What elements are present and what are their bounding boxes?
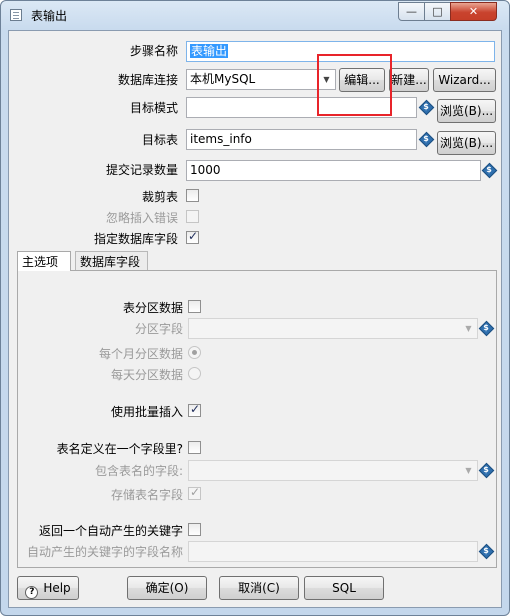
dialog-content: 步骤名称 表输出 数据库连接 本机MySQL ▼ 编辑... 新建... Wiz… — [8, 30, 502, 608]
step-name-label: 步骤名称 — [129, 44, 178, 58]
store-name-label: 存储表名字段 — [110, 488, 183, 502]
partition-checkbox[interactable] — [188, 300, 201, 313]
new-connection-button[interactable]: 新建... — [389, 68, 429, 92]
target-table-label: 目标表 — [141, 133, 178, 147]
tab-container: 主选项 数据库字段 表分区数据 分区字段 ▼ 每个月分区数据 每天分区数据 使用… — [17, 251, 497, 568]
variable-icon — [480, 544, 492, 557]
batch-insert-label: 使用批量插入 — [110, 405, 183, 419]
target-schema-label: 目标模式 — [129, 101, 178, 115]
chevron-down-icon: ▼ — [465, 466, 472, 475]
tab-main-options[interactable]: 主选项 — [17, 251, 71, 271]
commit-size-label: 提交记录数量 — [105, 163, 178, 177]
batch-insert-checkbox[interactable] — [188, 402, 201, 417]
name-field-label: 包含表名的字段: — [94, 464, 183, 478]
key-field-label: 自动产生的关键字的字段名称 — [26, 545, 183, 559]
partition-field-label: 分区字段 — [134, 322, 183, 336]
name-field-select[interactable]: ▼ — [188, 460, 478, 481]
key-field-input[interactable] — [188, 541, 478, 562]
target-table-input[interactable]: items_info — [186, 129, 417, 150]
main-options-panel: 表分区数据 分区字段 ▼ 每个月分区数据 每天分区数据 使用批量插入 表名定义在… — [17, 270, 497, 568]
variable-icon — [420, 100, 432, 113]
db-connection-label: 数据库连接 — [117, 73, 178, 87]
dialog-window: 表输出 — □ ✕ 步骤名称 表输出 数据库连接 本机MySQL ▼ 编辑...… — [0, 0, 510, 616]
name-in-field-label: 表名定义在一个字段里? — [56, 442, 183, 456]
variable-icon — [480, 463, 492, 476]
window-title: 表输出 — [31, 9, 68, 23]
partition-label: 表分区数据 — [122, 301, 183, 315]
wizard-button[interactable]: Wizard... — [433, 68, 496, 92]
specify-fields-checkbox[interactable] — [186, 229, 199, 244]
browse-table-button[interactable]: 浏览(B)... — [437, 131, 496, 155]
title-bar[interactable]: 表输出 — □ ✕ — [1, 1, 509, 29]
chevron-down-icon: ▼ — [465, 324, 472, 333]
truncate-checkbox[interactable] — [186, 189, 199, 202]
return-key-checkbox[interactable] — [188, 523, 201, 536]
highlight-box — [317, 54, 392, 116]
ok-button[interactable]: 确定(O) — [127, 576, 207, 600]
browse-schema-button[interactable]: 浏览(B)... — [437, 99, 496, 123]
commit-size-input[interactable]: 1000 — [186, 160, 481, 181]
daily-partition-label: 每天分区数据 — [110, 368, 183, 382]
monthly-partition-radio[interactable] — [188, 346, 201, 359]
maximize-button[interactable]: □ — [424, 2, 451, 21]
partition-field-select[interactable]: ▼ — [188, 318, 478, 339]
ignore-errors-checkbox[interactable] — [186, 210, 199, 223]
variable-icon — [420, 132, 432, 145]
table-output-icon — [10, 9, 22, 21]
close-button[interactable]: ✕ — [450, 2, 497, 21]
daily-partition-radio[interactable] — [188, 367, 201, 380]
return-key-label: 返回一个自动产生的关键字 — [38, 524, 183, 538]
help-button[interactable]: ? Help — [17, 576, 79, 600]
minimize-button[interactable]: — — [398, 2, 425, 21]
specify-fields-label: 指定数据库字段 — [93, 232, 178, 246]
help-icon: ? — [25, 586, 39, 599]
name-in-field-checkbox[interactable] — [188, 441, 201, 454]
db-connection-value: 本机MySQL — [190, 72, 256, 86]
truncate-label: 裁剪表 — [141, 190, 178, 204]
cancel-button[interactable]: 取消(C) — [219, 576, 299, 600]
store-name-checkbox[interactable] — [188, 485, 201, 500]
db-connection-select[interactable]: 本机MySQL ▼ — [186, 69, 336, 90]
variable-icon — [480, 321, 492, 334]
sql-button[interactable]: SQL — [304, 576, 384, 600]
tab-database-fields[interactable]: 数据库字段 — [75, 251, 148, 271]
monthly-partition-label: 每个月分区数据 — [98, 347, 183, 361]
help-label: Help — [43, 581, 71, 595]
variable-icon — [483, 163, 495, 176]
ignore-errors-label: 忽略插入错误 — [105, 211, 178, 225]
